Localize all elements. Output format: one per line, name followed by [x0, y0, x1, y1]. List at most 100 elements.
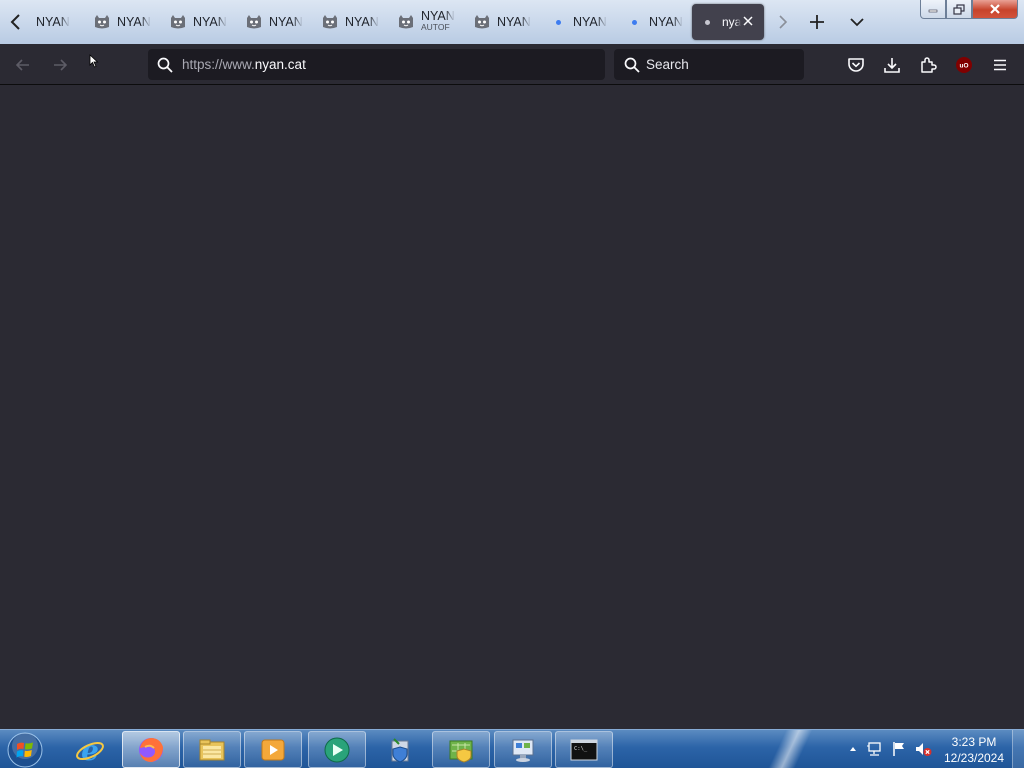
chevron-up-icon — [850, 747, 856, 751]
app-menu-button[interactable] — [987, 52, 1013, 78]
url-bar[interactable]: https://www.nyan.cat — [148, 49, 605, 80]
tab-scroll-left-button[interactable] — [4, 10, 28, 34]
clock-time: 3:23 PM — [951, 735, 997, 749]
windows-orb-icon — [7, 732, 43, 767]
chevron-left-icon — [10, 14, 20, 30]
taskbar-file-explorer[interactable] — [183, 731, 241, 768]
volume-button[interactable] — [914, 740, 932, 758]
url-prefix: https://www. — [182, 57, 255, 72]
tab-title: NYAN — [573, 15, 607, 29]
svg-text:C:\_: C:\_ — [574, 746, 588, 752]
hamburger-menu-icon — [994, 59, 1006, 71]
restore-button[interactable] — [946, 0, 972, 19]
taskbar-network-map[interactable] — [432, 731, 490, 768]
pocket-button[interactable] — [843, 52, 869, 78]
list-all-tabs-button[interactable] — [845, 10, 869, 34]
monitor-icon — [512, 739, 534, 762]
tab-title: NYAN — [345, 15, 379, 29]
start-button[interactable] — [5, 731, 45, 768]
tab[interactable]: NYAN — [87, 4, 159, 40]
shield-box-icon — [391, 737, 409, 763]
tab-scroll-right-button[interactable] — [773, 10, 793, 34]
restore-icon — [953, 3, 965, 15]
tab-title: NYAN — [193, 15, 227, 29]
loading-dot-icon — [549, 13, 567, 31]
taskbar-firefox[interactable] — [122, 731, 180, 768]
firefox-icon — [139, 737, 163, 762]
window-close-button[interactable] — [972, 0, 1018, 19]
tab[interactable]: NYAN AUTOF — [391, 4, 463, 40]
tab-active[interactable]: nya — [692, 4, 764, 40]
chevron-down-icon — [850, 18, 864, 27]
reload-button[interactable] — [81, 48, 107, 74]
page-content[interactable] — [0, 85, 1024, 729]
network-status-button[interactable] — [866, 740, 884, 758]
close-icon — [990, 4, 1000, 14]
clock-date: 12/23/2024 — [943, 751, 1005, 765]
internet-explorer-icon: e — [76, 735, 104, 765]
svg-text:uO: uO — [959, 63, 968, 70]
puzzle-icon — [921, 57, 937, 73]
tab[interactable]: NYAN — [239, 4, 311, 40]
url-text[interactable]: https://www.nyan.cat — [182, 57, 306, 72]
taskbar-command-prompt[interactable]: C:\_ — [555, 731, 613, 768]
tab-subtitle: AUTOF — [421, 22, 450, 32]
action-center-button[interactable] — [890, 740, 908, 758]
cat-icon — [397, 13, 415, 31]
tab[interactable]: NYAN — [163, 4, 235, 40]
back-button[interactable] — [10, 52, 36, 78]
taskbar-media-center[interactable] — [308, 731, 366, 768]
tab-title: nya — [722, 15, 742, 29]
flag-icon — [893, 742, 904, 756]
ublock-icon: uO — [956, 57, 972, 73]
extensions-button[interactable] — [915, 52, 941, 78]
network-icon — [867, 742, 881, 756]
tab-strip: NYAN NYAN NYAN NYAN NYAN NYAN AUTOF NYAN… — [0, 0, 1024, 44]
tab-title: NYAN — [421, 9, 455, 23]
cat-icon — [169, 13, 187, 31]
downloads-button[interactable] — [879, 52, 905, 78]
arrow-left-icon — [15, 59, 29, 71]
search-icon — [624, 57, 640, 73]
tabs-list: NYAN NYAN NYAN NYAN NYAN NYAN AUTOF NYAN… — [30, 4, 770, 40]
minimize-icon — [928, 9, 938, 13]
search-bar[interactable] — [614, 49, 804, 80]
folder-icon — [199, 739, 225, 760]
media-center-icon — [324, 737, 350, 762]
cursor-icon — [89, 54, 99, 68]
new-tab-button[interactable] — [805, 10, 829, 34]
download-icon — [884, 58, 900, 73]
tab[interactable]: NYAN — [467, 4, 539, 40]
ublock-origin-button[interactable]: uO — [951, 52, 977, 78]
taskbar-remote-desktop[interactable] — [494, 731, 552, 768]
taskbar-security-center[interactable] — [371, 731, 429, 768]
map-shield-icon — [449, 740, 473, 763]
volume-muted-icon — [916, 743, 932, 756]
loading-dot-icon — [698, 13, 716, 31]
cat-icon — [473, 13, 491, 31]
show-hidden-icons-button[interactable] — [844, 740, 862, 758]
tab[interactable]: NYAN — [619, 4, 691, 40]
cat-icon — [245, 13, 263, 31]
loading-dot-icon — [625, 13, 643, 31]
search-input[interactable] — [646, 57, 796, 72]
cat-icon — [93, 13, 111, 31]
taskbar-media-player[interactable] — [244, 731, 302, 768]
taskbar-clock[interactable]: 3:23 PM 12/23/2024 — [938, 734, 1010, 766]
command-prompt-icon: C:\_ — [570, 739, 598, 760]
pocket-icon — [848, 58, 864, 72]
search-icon — [157, 57, 173, 73]
window-caption-buttons — [920, 0, 1018, 19]
windows-taskbar: e C:\_ 3:23 PM 12/23/2024 — [0, 729, 1024, 768]
minimize-button[interactable] — [920, 0, 946, 19]
tab-title: NYAN — [497, 15, 531, 29]
taskbar-internet-explorer[interactable]: e — [61, 731, 119, 768]
tab[interactable]: NYAN — [543, 4, 615, 40]
forward-button[interactable] — [47, 52, 73, 78]
navigation-toolbar: https://www.nyan.cat uO — [0, 44, 1024, 85]
plus-icon — [810, 15, 824, 29]
show-desktop-button[interactable] — [1012, 730, 1024, 768]
chevron-right-icon — [779, 15, 788, 29]
tab[interactable]: NYAN — [315, 4, 387, 40]
tab-close-button[interactable] — [740, 13, 756, 29]
